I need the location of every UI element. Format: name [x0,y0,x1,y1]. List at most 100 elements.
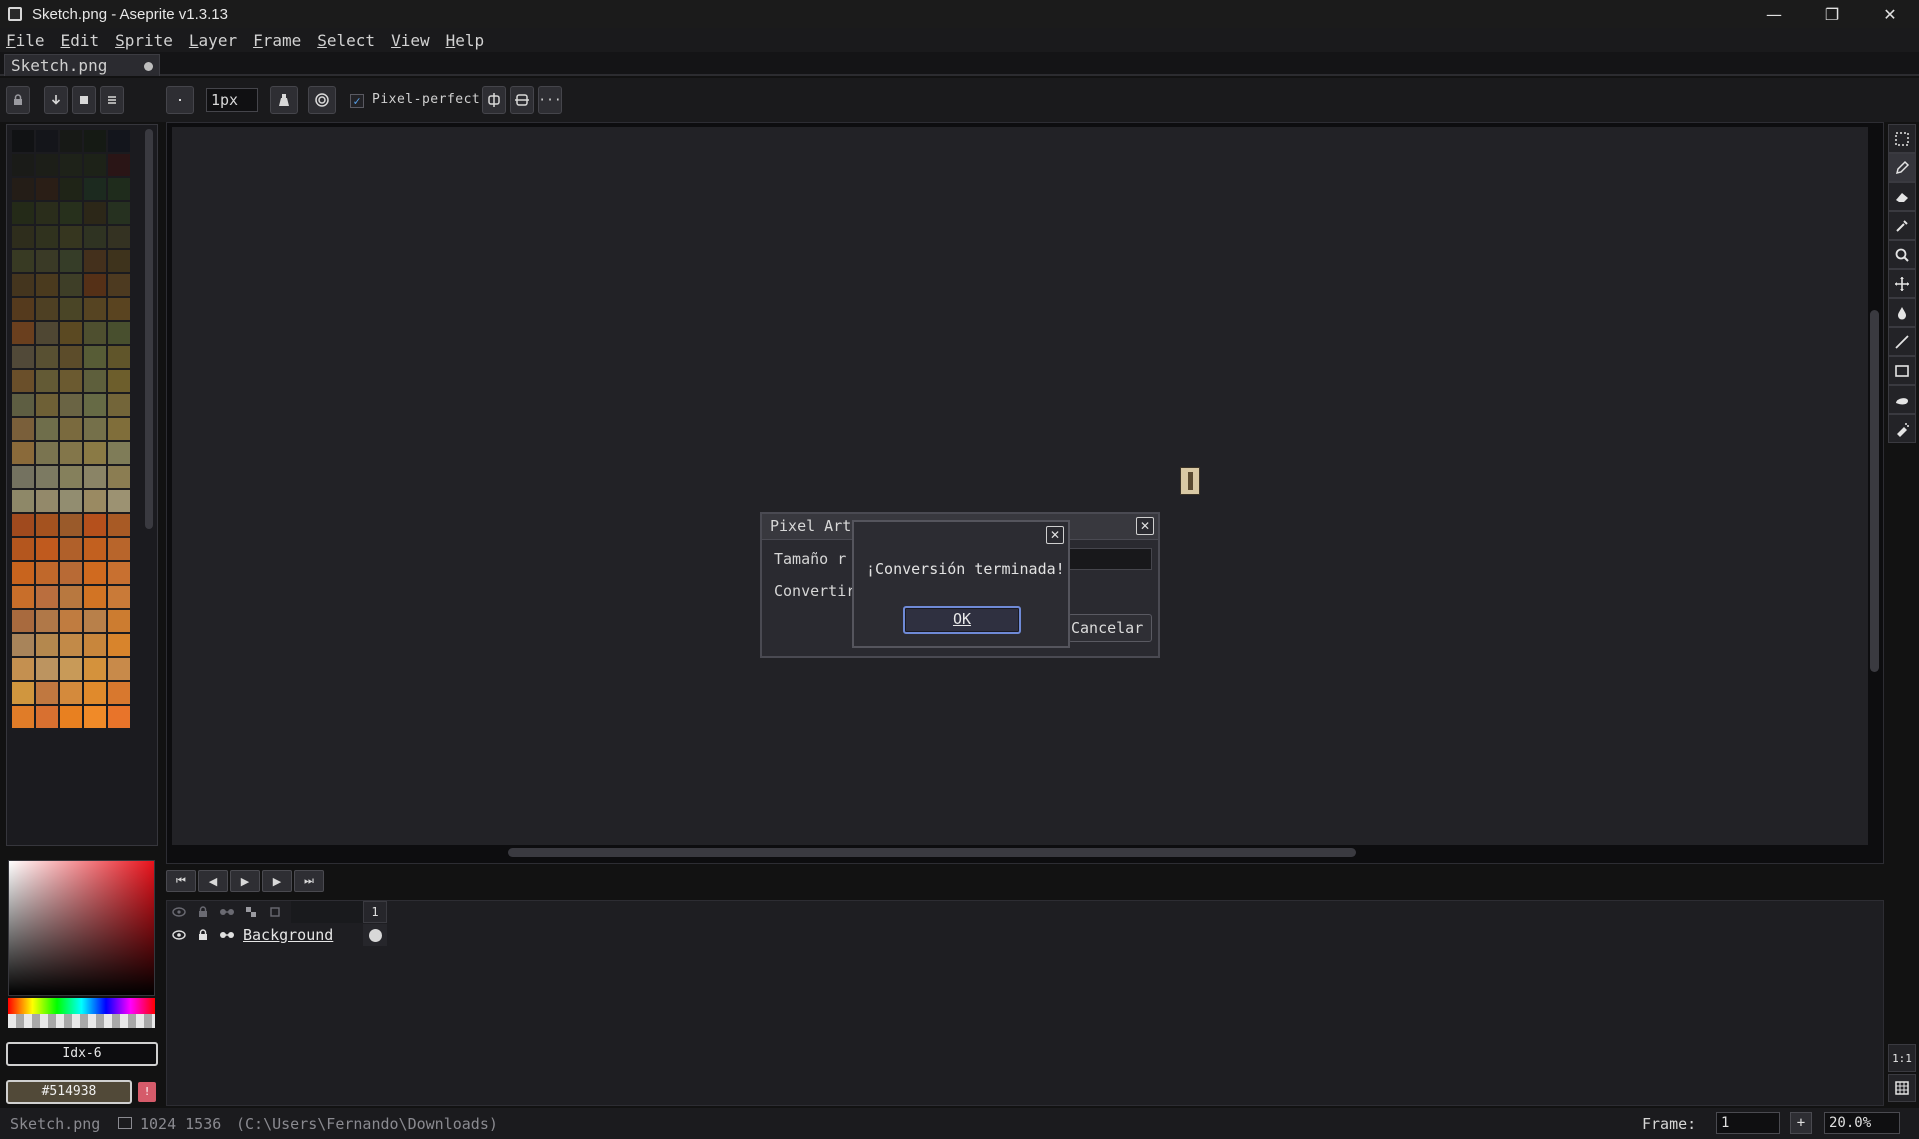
palette-swatch[interactable] [107,129,131,153]
last-frame-button[interactable]: ⏭ [294,870,324,892]
palette-swatch[interactable] [11,345,35,369]
palette-options-button[interactable] [72,86,96,114]
palette-swatch[interactable] [83,201,107,225]
palette-swatch[interactable] [107,225,131,249]
menu-edit[interactable]: Edit [61,31,100,50]
menu-file[interactable]: File [6,31,45,50]
rectangular-marquee-tool[interactable] [1888,124,1916,153]
palette-swatch[interactable] [59,465,83,489]
palette-swatch[interactable] [11,129,35,153]
palette-swatch[interactable] [11,657,35,681]
palette-swatch[interactable] [83,633,107,657]
palette-swatch[interactable] [83,297,107,321]
palette-swatch[interactable] [35,393,59,417]
palette-swatch[interactable] [107,393,131,417]
palette-swatch[interactable] [59,441,83,465]
palette-swatch[interactable] [59,681,83,705]
palette-swatch[interactable] [83,153,107,177]
palette-swatch[interactable] [107,321,131,345]
palette-swatch[interactable] [83,345,107,369]
palette-swatch[interactable] [107,177,131,201]
palette-swatch[interactable] [59,177,83,201]
visibility-header-eye-icon[interactable] [167,901,191,923]
palette-swatch[interactable] [59,297,83,321]
palette-swatch[interactable] [107,345,131,369]
palette-swatch[interactable] [107,297,131,321]
palette-swatch[interactable] [11,417,35,441]
brush-type-button[interactable] [166,86,194,114]
palette-swatch[interactable] [35,345,59,369]
palette-swatch[interactable] [11,609,35,633]
palette-swatch[interactable] [59,153,83,177]
palette-sort-down-button[interactable] [44,86,68,114]
palette-swatch[interactable] [107,561,131,585]
palette-swatch[interactable] [83,513,107,537]
palette-swatch[interactable] [107,489,131,513]
paint-bucket-tool[interactable] [1888,298,1916,327]
hue-slider[interactable] [8,998,155,1014]
saturation-value-picker[interactable] [8,860,155,996]
layer-lock-icon[interactable] [191,924,215,946]
tab-sketch-png[interactable]: Sketch.png [4,54,160,76]
palette-swatch[interactable] [35,705,59,729]
palette-swatch[interactable] [11,393,35,417]
palette-swatch[interactable] [11,465,35,489]
palette-swatch[interactable] [11,513,35,537]
palette-swatch[interactable] [107,273,131,297]
horizontal-scrollbar[interactable] [508,848,1356,857]
next-frame-button[interactable]: ▶ [262,870,292,892]
palette-swatch[interactable] [83,465,107,489]
palette-swatch[interactable] [35,321,59,345]
cel-frame-1[interactable] [363,924,387,946]
symmetry-vertical-button[interactable] [482,86,506,114]
close-window-button[interactable]: ✕ [1861,0,1919,28]
warning-icon[interactable]: ! [138,1082,156,1102]
alpha-slider[interactable] [8,1014,155,1028]
palette-swatch[interactable] [107,633,131,657]
palette-swatch[interactable] [35,609,59,633]
lock-button[interactable] [6,86,30,114]
palette-swatch[interactable] [59,657,83,681]
ink-type-button[interactable] [270,86,298,114]
palette-swatch[interactable] [107,417,131,441]
palette-swatch[interactable] [107,705,131,729]
palette-swatch[interactable] [107,465,131,489]
palette-swatch[interactable] [83,225,107,249]
palette-swatch[interactable] [107,201,131,225]
palette-swatch[interactable] [107,153,131,177]
palette-swatch[interactable] [107,513,131,537]
palette-swatch[interactable] [59,369,83,393]
palette-swatch[interactable] [83,705,107,729]
menu-layer[interactable]: Layer [189,31,237,50]
message-close-button[interactable]: ✕ [1046,526,1064,544]
palette-swatch[interactable] [83,273,107,297]
palette-swatch[interactable] [11,153,35,177]
pixel-perfect-checkbox[interactable]: ✓ [350,94,364,108]
palette-swatch[interactable] [35,249,59,273]
palette-swatch[interactable] [83,537,107,561]
menu-view[interactable]: View [391,31,430,50]
continuous-header-icon[interactable] [215,901,239,923]
layer-row-background[interactable]: Background [167,923,387,947]
palette-swatch[interactable] [35,225,59,249]
palette-swatch[interactable] [11,369,35,393]
palette-swatch[interactable] [83,489,107,513]
palette-swatch[interactable] [83,681,107,705]
palette-swatch[interactable] [11,537,35,561]
modified-dot-icon[interactable] [144,62,153,71]
palette-swatch[interactable] [59,321,83,345]
palette-swatch[interactable] [59,609,83,633]
palette-swatch[interactable] [59,585,83,609]
line-tool[interactable] [1888,327,1916,356]
palette-swatch[interactable] [35,273,59,297]
palette-swatch[interactable] [107,369,131,393]
palette-swatch[interactable] [83,585,107,609]
palette-swatch[interactable] [59,633,83,657]
palette-swatch[interactable] [59,561,83,585]
zoom-field[interactable]: 20.0% [1824,1112,1900,1134]
palette-swatch[interactable] [107,249,131,273]
palette-swatch[interactable] [107,681,131,705]
palette-swatch[interactable] [83,417,107,441]
palette-swatch[interactable] [35,465,59,489]
palette-swatch[interactable] [11,489,35,513]
